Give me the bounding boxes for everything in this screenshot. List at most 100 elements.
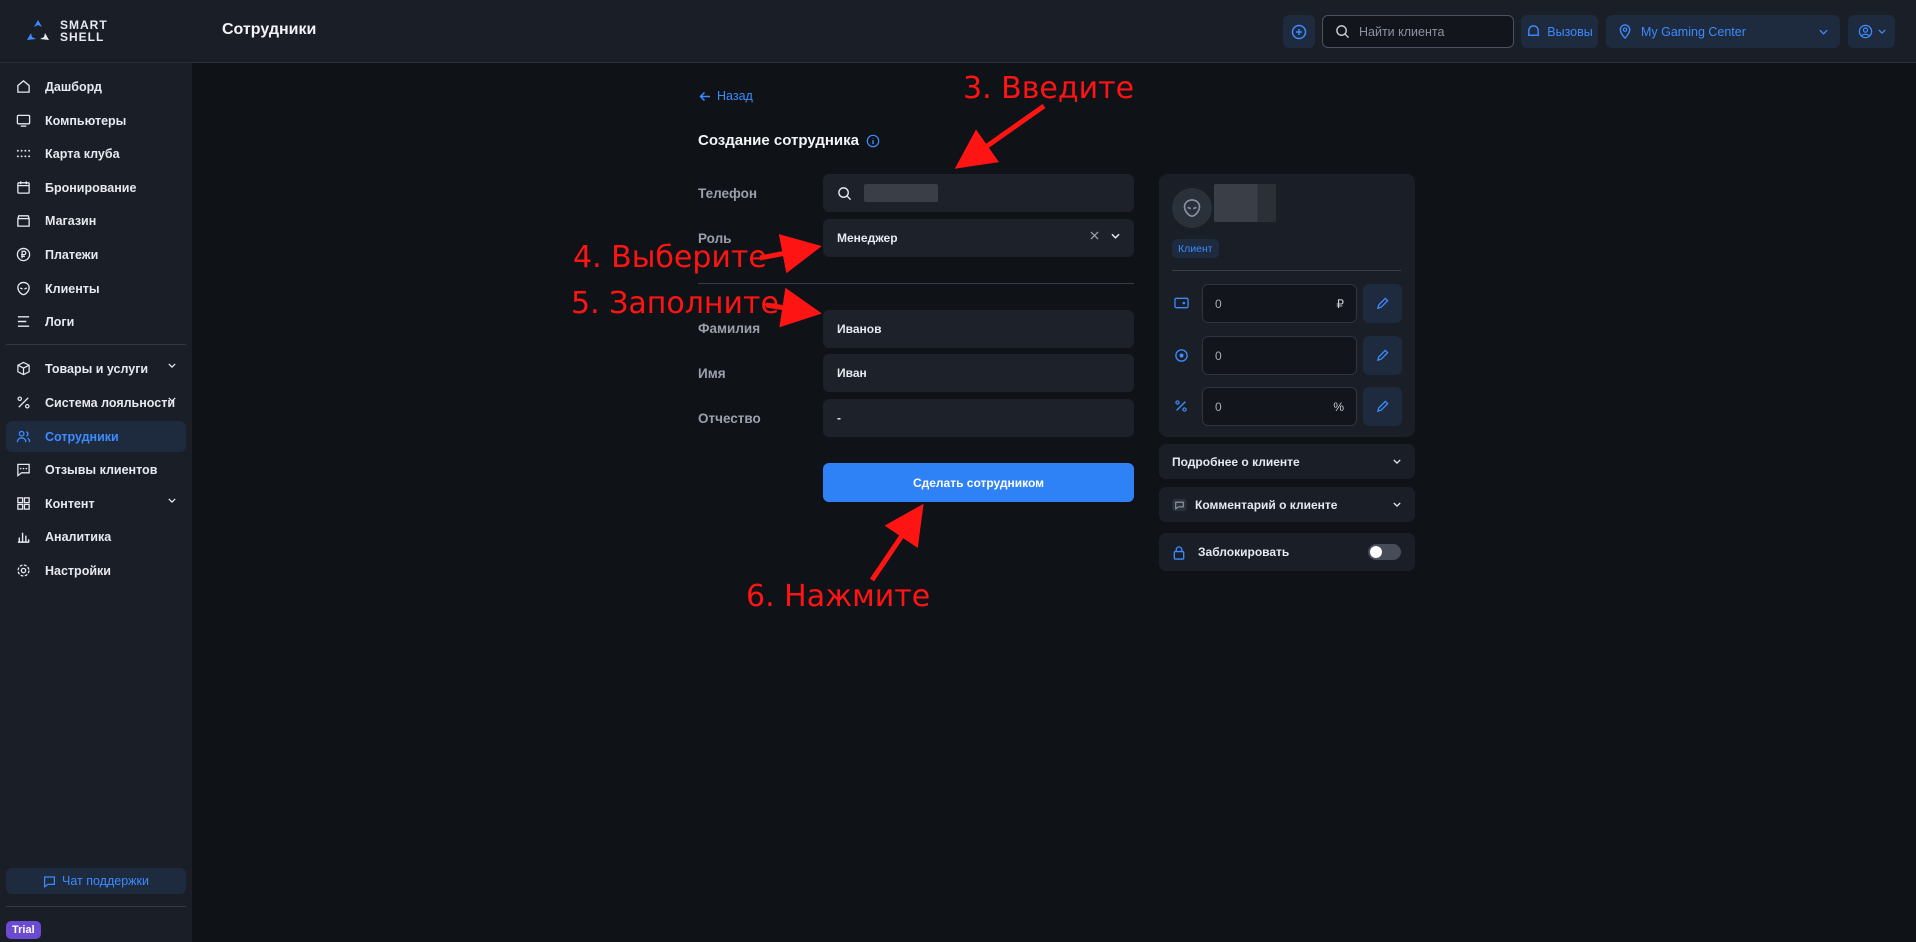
club-name: My Gaming Center — [1641, 24, 1746, 39]
sidebar-item-logs[interactable]: Логи — [6, 306, 186, 337]
client-comment-accordion[interactable]: Комментарий о клиенте — [1159, 487, 1415, 522]
form-title-text: Создание сотрудника — [698, 132, 859, 149]
sidebar-item-dashboard[interactable]: Дашборд — [6, 71, 186, 102]
lastname-input[interactable] — [837, 322, 1097, 336]
smart-shell-logo[interactable]: SMART SHELL — [24, 16, 134, 46]
lastname-field[interactable] — [823, 310, 1134, 348]
plus-circle-icon — [1291, 24, 1307, 39]
client-name-redacted — [1214, 184, 1276, 222]
client-details-accordion[interactable]: Подробнее о клиенте — [1159, 444, 1415, 479]
arrow-to-submit — [869, 503, 924, 582]
firstname-input[interactable] — [837, 366, 1097, 380]
middlename-input[interactable] — [837, 411, 1097, 425]
sidebar-item-settings[interactable]: Настройки — [6, 555, 186, 586]
sidebar-item-label: Компьютеры — [45, 113, 127, 128]
sidebar-item-reviews[interactable]: Отзывы клиентов — [6, 454, 186, 485]
chevron-down-icon — [1393, 459, 1401, 464]
sidebar-item-label: Настройки — [45, 563, 111, 578]
block-client-toggle[interactable] — [1368, 544, 1401, 560]
grid-dots-icon — [14, 145, 32, 163]
sidebar-item-computers[interactable]: Компьютеры — [6, 105, 186, 136]
annotation-step4: 4. Выберите — [573, 240, 767, 275]
sidebar-item-label: Бронирование — [45, 180, 137, 195]
pencil-icon — [1376, 349, 1389, 362]
sidebar-divider — [6, 906, 186, 907]
sidebar-item-employees[interactable]: Сотрудники — [6, 421, 186, 452]
sidebar-item-clients[interactable]: Клиенты — [6, 273, 186, 304]
gear-icon — [14, 562, 32, 580]
firstname-label: Имя — [698, 366, 726, 381]
phone-value-redacted — [864, 184, 938, 202]
sidebar-item-content[interactable]: Контент — [6, 488, 186, 519]
sidebar-item-payments[interactable]: Платежи — [6, 239, 186, 270]
chevron-down-icon[interactable] — [1111, 233, 1120, 239]
balance-value: 0 — [1215, 296, 1222, 311]
middlename-field[interactable] — [823, 399, 1134, 437]
percent-icon — [14, 394, 32, 412]
edit-bonus-button[interactable] — [1363, 336, 1402, 375]
info-icon[interactable] — [866, 134, 880, 148]
support-chat-label: Чат поддержки — [62, 874, 149, 888]
phone-field[interactable] — [823, 174, 1134, 212]
add-button[interactable] — [1283, 15, 1315, 48]
block-client-row: Заблокировать — [1159, 533, 1415, 571]
sidebar-item-club-map[interactable]: Карта клуба — [6, 138, 186, 169]
chevron-down-icon — [168, 363, 176, 368]
back-label: Назад — [717, 89, 753, 103]
logo-icon — [27, 20, 49, 40]
arrow-to-phone — [954, 103, 1046, 169]
form-divider — [698, 283, 1134, 284]
block-client-label: Заблокировать — [1198, 545, 1290, 559]
search-input[interactable] — [1359, 24, 1509, 39]
sidebar-item-label: Сотрудники — [45, 429, 119, 444]
edit-discount-button[interactable] — [1363, 387, 1402, 426]
sidebar-item-analytics[interactable]: Аналитика — [6, 521, 186, 552]
client-details-label: Подробнее о клиенте — [1172, 454, 1300, 469]
bonus-value: 0 — [1215, 348, 1222, 363]
sidebar-item-store[interactable]: Магазин — [6, 205, 186, 236]
logs-icon — [14, 313, 32, 331]
back-link[interactable]: Назад — [699, 89, 753, 103]
form-title: Создание сотрудника — [698, 132, 880, 149]
chevron-down-icon — [168, 498, 176, 503]
sidebar-item-booking[interactable]: Бронирование — [6, 172, 186, 203]
clear-icon[interactable] — [1090, 231, 1099, 240]
club-selector[interactable]: My Gaming Center — [1606, 15, 1840, 48]
sidebar-item-label: Карта клуба — [45, 146, 120, 161]
sidebar-item-loyalty[interactable]: Система лояльности — [6, 387, 186, 418]
middlename-label: Отчество — [698, 411, 761, 426]
client-role-badge: Клиент — [1172, 239, 1219, 258]
call-bell-icon — [1528, 25, 1540, 36]
percent-icon — [1172, 397, 1190, 415]
sidebar-item-goods[interactable]: Товары и услуги — [6, 353, 186, 384]
annotation-step5: 5. Заполните — [571, 286, 779, 321]
chevron-down-icon — [1393, 502, 1401, 507]
firstname-field[interactable] — [823, 354, 1134, 392]
card-divider — [1172, 270, 1401, 271]
sidebar-item-label: Контент — [45, 496, 95, 511]
bonus-icon — [1172, 346, 1190, 364]
ruble-icon — [14, 246, 32, 264]
sidebar-item-label: Платежи — [45, 247, 99, 262]
sidebar-item-label: Клиенты — [45, 281, 100, 296]
user-circle-icon — [1858, 24, 1872, 39]
bonus-field[interactable]: 0 — [1202, 336, 1357, 375]
edit-balance-button[interactable] — [1363, 284, 1402, 323]
layout-icon — [14, 495, 32, 513]
pencil-icon — [1376, 400, 1389, 413]
make-employee-button[interactable]: Сделать сотрудником — [823, 463, 1134, 502]
discount-field[interactable]: 0 % — [1202, 387, 1357, 426]
sidebar-item-label: Логи — [45, 314, 75, 329]
wallet-icon — [1172, 294, 1190, 312]
balance-field[interactable]: 0 ₽ — [1202, 284, 1357, 323]
support-chat-button[interactable]: Чат поддержки — [6, 868, 186, 894]
lock-icon — [1173, 545, 1185, 560]
page-title: Сотрудники — [222, 21, 317, 38]
sidebar-item-label: Аналитика — [45, 529, 112, 544]
arrow-left-icon — [699, 91, 710, 101]
role-select[interactable]: Менеджер — [823, 219, 1134, 257]
calls-button[interactable]: Вызовы — [1521, 15, 1598, 48]
user-menu-button[interactable] — [1848, 15, 1895, 48]
client-search[interactable] — [1322, 15, 1514, 48]
box-icon — [14, 360, 32, 378]
